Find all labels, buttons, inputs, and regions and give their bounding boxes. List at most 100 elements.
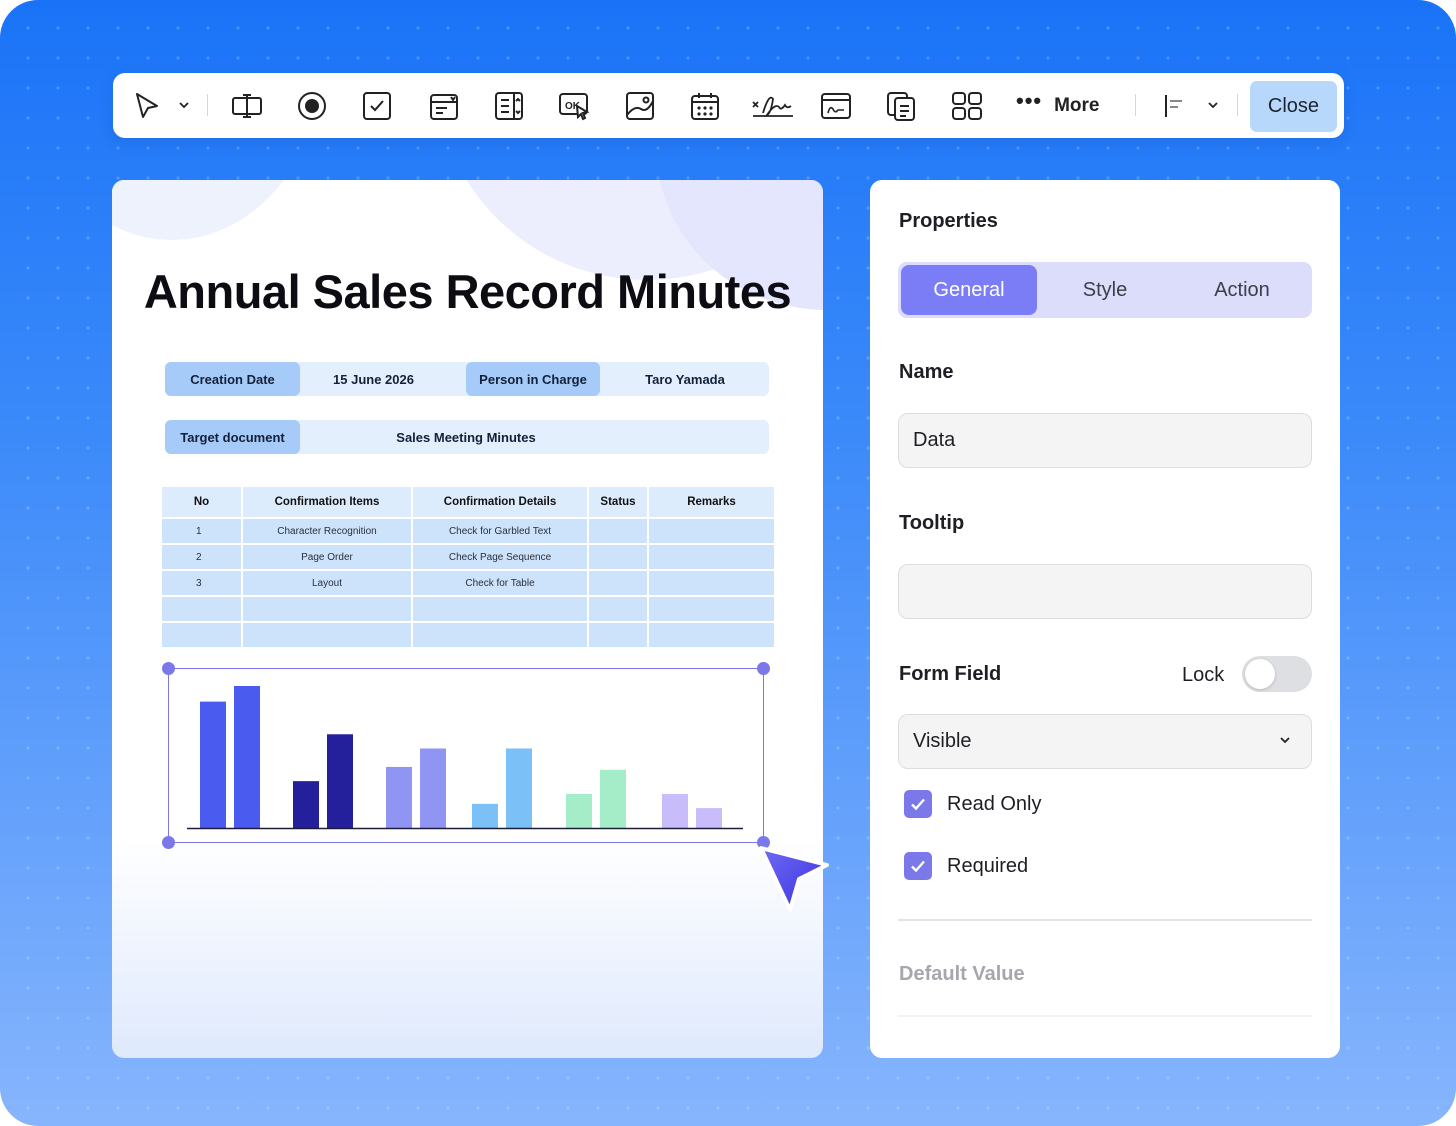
properties-title: Properties — [899, 210, 998, 232]
checkbox-icon[interactable] — [359, 89, 395, 123]
creation-date-value: 15 June 2026 — [333, 371, 414, 387]
toolbar-divider — [1135, 94, 1136, 116]
chart-bar-4-series-2 — [506, 748, 532, 828]
table-cell: Check Page Sequence — [413, 545, 587, 569]
required-checkbox[interactable] — [904, 852, 932, 880]
default-value-field-edge — [898, 1015, 1312, 1017]
chart-bar-1-series-2 — [234, 686, 260, 828]
signature-icon[interactable] — [751, 89, 795, 123]
table-cell — [649, 545, 774, 569]
ok-button-icon[interactable]: OK — [556, 89, 592, 123]
selected-chart-field[interactable] — [162, 662, 770, 849]
copy-icon[interactable] — [883, 89, 919, 123]
more-dots-icon: ••• — [1016, 88, 1043, 113]
mouse-pointer-icon — [759, 846, 829, 912]
table-cell: Check for Garbled Text — [413, 519, 587, 543]
person-in-charge-value: Taro Yamada — [645, 371, 725, 387]
table-cell: 2 — [162, 545, 241, 569]
chart-bar-2-series-1 — [293, 781, 319, 828]
decorative-blob — [112, 180, 322, 240]
tab-action[interactable]: Action — [1174, 265, 1310, 315]
table-cell: Layout — [243, 571, 411, 595]
table-header: No — [162, 487, 241, 517]
table-cell — [589, 623, 647, 647]
table-row — [162, 597, 774, 623]
text-field-icon[interactable] — [229, 89, 265, 123]
table-cell — [589, 597, 647, 621]
lock-toggle[interactable] — [1242, 656, 1312, 692]
form-icon[interactable] — [818, 89, 854, 123]
visibility-select-value: Visible — [913, 730, 972, 752]
select-tool-chevron-down-icon[interactable] — [177, 95, 191, 115]
table-header: Confirmation Items — [243, 487, 411, 517]
table-cell: 3 — [162, 571, 241, 595]
table-cell: Character Recognition — [243, 519, 411, 543]
default-value-label: Default Value — [899, 963, 1025, 985]
table-cell — [649, 623, 774, 647]
chart-bar-5-series-2 — [600, 769, 626, 828]
chart-bar-1-series-1 — [200, 701, 226, 828]
section-divider — [898, 919, 1312, 921]
table-cell — [243, 597, 411, 621]
combo-box-icon[interactable] — [426, 89, 462, 123]
close-button[interactable]: Close — [1250, 81, 1337, 132]
name-input[interactable]: Data — [898, 413, 1312, 468]
toggle-knob — [1245, 659, 1275, 689]
table-row: 2 Page Order Check Page Sequence — [162, 545, 774, 571]
chart-bar-3-series-2 — [420, 748, 446, 828]
visibility-select[interactable]: Visible — [898, 714, 1312, 769]
resize-handle-top-right[interactable] — [757, 662, 770, 675]
toolbar-divider — [1237, 94, 1238, 116]
table-cell: Check for Table — [413, 571, 587, 595]
required-checkbox-row[interactable]: Required — [904, 851, 1028, 881]
align-left-icon[interactable] — [1157, 89, 1193, 123]
cursor-arrow-icon[interactable] — [129, 89, 165, 123]
table-cell — [243, 623, 411, 647]
target-document-value: Sales Meeting Minutes — [396, 429, 536, 445]
resize-handle-top-left[interactable] — [162, 662, 175, 675]
table-header: Remarks — [649, 487, 774, 517]
grid-icon[interactable] — [949, 89, 985, 123]
chart-bar-5-series-1 — [566, 793, 592, 828]
calendar-icon[interactable] — [687, 89, 723, 123]
resize-handle-bottom-left[interactable] — [162, 836, 175, 849]
read-only-checkbox-row[interactable]: Read Only — [904, 789, 1042, 819]
table-cell — [589, 571, 647, 595]
radio-button-icon[interactable] — [294, 89, 330, 123]
document-page: Annual Sales Record Minutes Creation Dat… — [112, 180, 823, 1058]
tooltip-label: Tooltip — [899, 512, 965, 534]
table-cell — [649, 571, 774, 595]
table-row — [162, 623, 774, 649]
document-title: Annual Sales Record Minutes — [143, 265, 792, 318]
more-label: More — [1054, 95, 1100, 116]
checkmark-icon — [911, 860, 925, 873]
bar-chart — [187, 686, 743, 830]
chart-bar-6-series-2 — [696, 808, 722, 828]
image-icon[interactable] — [622, 89, 658, 123]
table-cell — [649, 519, 774, 543]
table-header: Status — [589, 487, 647, 517]
chart-bar-6-series-1 — [662, 793, 688, 828]
lock-label: Lock — [1182, 664, 1225, 686]
tab-general[interactable]: General — [901, 265, 1037, 315]
list-box-icon[interactable] — [491, 89, 527, 123]
read-only-checkbox[interactable] — [904, 790, 932, 818]
more-button[interactable]: ••• More — [1016, 90, 1116, 122]
tab-style[interactable]: Style — [1037, 265, 1173, 315]
table-header: Confirmation Details — [413, 487, 587, 517]
form-toolbar: OK ••• More Close — [113, 73, 1344, 138]
confirmation-table: No Confirmation Items Confirmation Detai… — [162, 487, 774, 649]
table-cell — [589, 519, 647, 543]
chart-bar-4-series-1 — [472, 803, 498, 828]
align-chevron-down-icon[interactable] — [1206, 95, 1220, 115]
table-cell — [589, 545, 647, 569]
toolbar-divider — [207, 94, 208, 116]
table-row: 1 Character Recognition Check for Garble… — [162, 519, 774, 545]
table-cell — [649, 597, 774, 621]
person-in-charge-label: Person in Charge — [466, 362, 600, 396]
tooltip-input[interactable] — [898, 564, 1312, 619]
table-row: 3 Layout Check for Table — [162, 571, 774, 597]
app-frame: OK ••• More Close Annual Sales Record Mi… — [0, 0, 1456, 1126]
info-row-target: Target document Sales Meeting Minutes — [165, 420, 769, 454]
table-cell: Page Order — [243, 545, 411, 569]
